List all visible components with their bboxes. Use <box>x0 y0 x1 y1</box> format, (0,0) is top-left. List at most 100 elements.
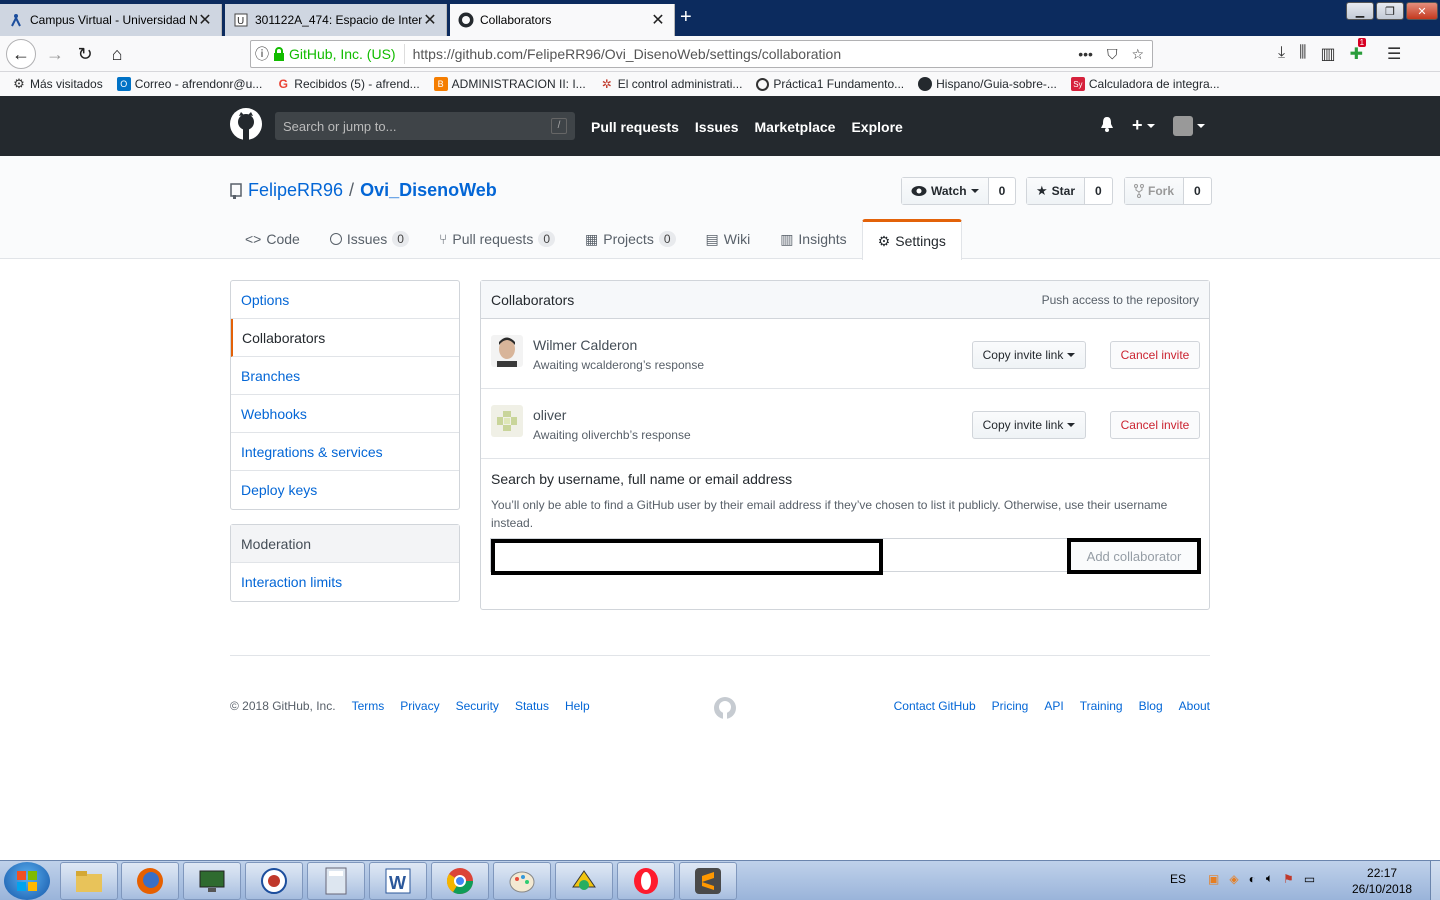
tab-wiki[interactable]: ▤ Wiki <box>691 219 766 259</box>
action-center-icon[interactable]: ⚑ <box>1283 872 1294 886</box>
windows-start-icon[interactable] <box>4 862 50 900</box>
browser-tab[interactable]: U 301122A_474: Espacio de Intera ✕ <box>225 4 447 36</box>
nav-pull-requests[interactable]: Pull requests <box>591 119 679 135</box>
close-tab-icon[interactable]: ✕ <box>422 10 438 30</box>
collaborator-name[interactable]: oliver <box>533 407 566 423</box>
page-actions-icon[interactable]: ••• <box>1078 46 1093 63</box>
footer-link-privacy[interactable]: Privacy <box>400 699 439 713</box>
firefox-icon[interactable] <box>121 862 179 900</box>
bookmark-item[interactable]: O Correo - afrendonr@u... <box>116 77 262 91</box>
back-icon[interactable]: ← <box>6 39 36 69</box>
university-app-icon[interactable] <box>245 862 303 900</box>
github-logo-icon[interactable] <box>230 108 262 143</box>
tab-projects[interactable]: ▦ Projects 0 <box>570 219 691 259</box>
display-icon[interactable]: ▭ <box>1304 872 1315 886</box>
extension-icon[interactable]: ✚ 1 <box>1350 38 1367 64</box>
menu-item-integrations[interactable]: Integrations & services <box>231 433 459 471</box>
watch-button[interactable]: Watch <box>902 178 989 204</box>
menu-item-deploy-keys[interactable]: Deploy keys <box>231 471 459 509</box>
github-mark-icon[interactable] <box>713 696 737 723</box>
fork-count[interactable]: 0 <box>1184 178 1211 204</box>
monitor-app-icon[interactable] <box>183 862 241 900</box>
restore-icon[interactable]: ❐ <box>1376 2 1404 20</box>
bookmark-item[interactable]: B ADMINISTRACION II: I... <box>433 77 586 91</box>
language-indicator[interactable]: ES <box>1170 872 1186 886</box>
chrome-icon[interactable] <box>431 862 489 900</box>
nav-explore[interactable]: Explore <box>851 119 902 135</box>
word-icon[interactable]: W <box>369 862 427 900</box>
sidebar-icon[interactable]: ▥ <box>1320 44 1335 64</box>
calculator-icon[interactable] <box>307 862 365 900</box>
tab-pull-requests[interactable]: ⑂ Pull requests 0 <box>424 219 570 259</box>
footer-link-pricing[interactable]: Pricing <box>992 699 1029 713</box>
repo-name-link[interactable]: Ovi_DisenoWeb <box>360 180 497 201</box>
close-window-icon[interactable]: ✕ <box>1406 2 1438 20</box>
nav-marketplace[interactable]: Marketplace <box>755 119 836 135</box>
fork-button[interactable]: Fork <box>1125 178 1185 204</box>
download-icon[interactable]: ⤓ <box>1278 44 1285 64</box>
url-text[interactable]: https://github.com/FelipeRR96/Ovi_Diseno… <box>405 46 1079 62</box>
bookmark-item[interactable]: Sy Calculadora de integra... <box>1070 77 1220 91</box>
file-explorer-icon[interactable] <box>60 862 118 900</box>
sublime-text-icon[interactable] <box>679 862 737 900</box>
search-collaborator-input[interactable] <box>491 539 883 575</box>
close-tab-icon[interactable]: ✕ <box>197 10 213 30</box>
tab-settings[interactable]: ⚙ Settings <box>861 219 962 260</box>
paint-icon[interactable] <box>493 862 551 900</box>
cancel-invite-button[interactable]: Cancel invite <box>1110 341 1200 369</box>
footer-link-terms[interactable]: Terms <box>352 699 385 713</box>
new-tab-icon[interactable]: + <box>680 6 692 29</box>
star-count[interactable]: 0 <box>1085 178 1112 204</box>
bookmark-item[interactable]: Hispano/Guia-sobre-... <box>918 77 1057 91</box>
footer-link-contact[interactable]: Contact GitHub <box>894 699 976 713</box>
info-icon[interactable]: ⓘ <box>251 44 273 64</box>
user-menu-dropdown[interactable] <box>1172 115 1205 136</box>
footer-link-api[interactable]: API <box>1044 699 1063 713</box>
copy-invite-link-button[interactable]: Copy invite link <box>972 411 1086 439</box>
menu-item-collaborators[interactable]: Collaborators <box>231 319 459 357</box>
menu-item-branches[interactable]: Branches <box>231 357 459 395</box>
repo-owner-link[interactable]: FelipeRR96 <box>248 180 343 201</box>
bookmark-star-icon[interactable]: ☆ <box>1131 46 1144 63</box>
tray-app-icon[interactable]: ◈ <box>1229 872 1238 886</box>
tab-code[interactable]: <> Code <box>230 219 315 259</box>
collaborator-name[interactable]: Wilmer Calderon <box>533 337 637 353</box>
map-app-icon[interactable] <box>555 862 613 900</box>
opera-icon[interactable] <box>617 862 675 900</box>
github-search-input[interactable]: Search or jump to... / <box>275 112 575 140</box>
tray-app-icon[interactable]: ▣ <box>1208 872 1219 886</box>
browser-tab-active[interactable]: Collaborators ✕ <box>450 4 675 36</box>
create-new-dropdown[interactable]: + <box>1132 115 1155 136</box>
avatar[interactable] <box>491 335 523 367</box>
footer-link-training[interactable]: Training <box>1080 699 1123 713</box>
menu-item-interaction-limits[interactable]: Interaction limits <box>231 563 459 601</box>
menu-item-webhooks[interactable]: Webhooks <box>231 395 459 433</box>
menu-icon[interactable]: ☰ <box>1387 44 1401 64</box>
menu-item-options[interactable]: Options <box>231 281 459 319</box>
footer-link-status[interactable]: Status <box>515 699 549 713</box>
footer-link-blog[interactable]: Blog <box>1139 699 1163 713</box>
footer-link-help[interactable]: Help <box>565 699 590 713</box>
url-bar[interactable]: ⓘ GitHub, Inc. (US) https://github.com/F… <box>250 40 1153 68</box>
tab-issues[interactable]: Issues 0 <box>315 219 424 259</box>
copy-invite-link-button[interactable]: Copy invite link <box>972 341 1086 369</box>
nav-issues[interactable]: Issues <box>695 119 739 135</box>
footer-link-about[interactable]: About <box>1179 699 1210 713</box>
browser-tab[interactable]: Campus Virtual - Universidad N ✕ <box>0 4 222 36</box>
volume-icon[interactable]: 🔈︎ <box>1266 871 1273 886</box>
bell-icon[interactable] <box>1100 116 1114 135</box>
minimize-icon[interactable]: ▁ <box>1346 2 1374 20</box>
bookmark-item[interactable]: ✲ El control administrati... <box>600 77 743 91</box>
close-tab-icon[interactable]: ✕ <box>650 10 666 30</box>
library-icon[interactable]: ⫼ <box>1299 44 1306 64</box>
add-collaborator-button[interactable]: Add collaborator <box>1067 538 1201 574</box>
bookmark-item[interactable]: G Recibidos (5) - afrend... <box>276 77 420 91</box>
tab-insights[interactable]: ▥ Insights <box>765 219 861 259</box>
avatar[interactable] <box>491 405 523 437</box>
show-desktop-button[interactable] <box>1430 861 1440 900</box>
home-icon[interactable]: ⌂ <box>104 41 130 67</box>
bookmark-item[interactable]: Práctica1 Fundamento... <box>756 77 904 91</box>
star-button[interactable]: ★ Star <box>1027 178 1085 204</box>
bookmark-item[interactable]: ⚙ Más visitados <box>12 76 103 91</box>
footer-link-security[interactable]: Security <box>456 699 499 713</box>
